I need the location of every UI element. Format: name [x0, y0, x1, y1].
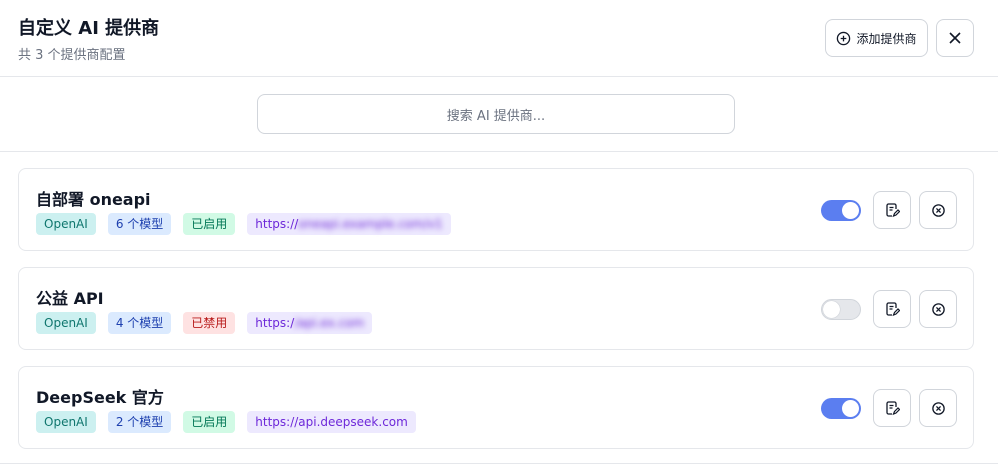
add-provider-button[interactable]: 添加提供商 [825, 19, 928, 57]
provider-type-badge: OpenAI [36, 411, 96, 433]
url-badge: https://api.deepseek.com [247, 411, 416, 433]
search-section: 搜索 AI 提供商... [0, 77, 998, 152]
status-badge: 已禁用 [183, 312, 236, 334]
delete-circle-icon [931, 203, 945, 217]
add-provider-label: 添加提供商 [856, 31, 917, 46]
model-count-badge: 6 个模型 [107, 213, 172, 235]
edit-button[interactable] [873, 191, 911, 229]
provider-name: 公益 API [36, 289, 104, 308]
url-badge: https://api.ex.com [247, 312, 373, 334]
url-badge: https://oneapi.example.com/v1 [247, 213, 451, 235]
provider-card: 自部署 oneapi OpenAI 6 个模型 已启用 https://onea… [18, 168, 974, 251]
model-count-badge: 4 个模型 [107, 312, 172, 334]
toggle-knob [842, 202, 859, 219]
edit-button[interactable] [873, 290, 911, 328]
enable-toggle[interactable] [821, 299, 861, 320]
search-placeholder: 搜索 AI 提供商... [446, 108, 546, 124]
edit-icon [886, 203, 900, 218]
provider-tags: OpenAI 6 个模型 已启用 https://oneapi.example.… [36, 213, 451, 235]
search-input[interactable]: 搜索 AI 提供商... [257, 94, 735, 134]
provider-name: DeepSeek 官方 [36, 388, 164, 407]
url-redacted: oneapi.example.com/v1 [298, 217, 443, 231]
provider-type-badge: OpenAI [36, 312, 96, 334]
model-count-badge: 2 个模型 [107, 411, 172, 433]
provider-name: 自部署 oneapi [36, 190, 151, 209]
close-button[interactable] [936, 19, 974, 57]
delete-circle-icon [931, 401, 945, 415]
provider-tags: OpenAI 2 个模型 已启用 https://api.deepseek.co… [36, 411, 416, 433]
url-redacted: /api.ex.com [294, 316, 365, 330]
provider-type-badge: OpenAI [36, 213, 96, 235]
url-prefix: https:// [255, 217, 299, 231]
dialog-header: 自定义 AI 提供商 共 3 个提供商配置 添加提供商 [0, 0, 998, 77]
provider-card: DeepSeek 官方 OpenAI 2 个模型 已启用 https://api… [18, 366, 974, 449]
provider-tags: OpenAI 4 个模型 已禁用 https://api.ex.com [36, 312, 373, 334]
edit-button[interactable] [873, 389, 911, 427]
delete-button[interactable] [919, 191, 957, 229]
toggle-knob [823, 301, 840, 318]
edit-icon [886, 401, 900, 416]
url-text: https://api.deepseek.com [255, 415, 408, 429]
list-bottom-divider [0, 463, 998, 473]
provider-card: 公益 API OpenAI 4 个模型 已禁用 https://api.ex.c… [18, 267, 974, 350]
delete-button[interactable] [919, 290, 957, 328]
delete-circle-icon [931, 302, 945, 316]
enable-toggle[interactable] [821, 200, 861, 221]
edit-icon [886, 302, 900, 317]
delete-button[interactable] [919, 389, 957, 427]
url-prefix: https:/ [255, 316, 295, 330]
dialog-title: 自定义 AI 提供商 [18, 18, 160, 39]
plus-circle-icon [837, 31, 851, 45]
dialog-subtitle: 共 3 个提供商配置 [18, 48, 126, 63]
close-icon [949, 32, 961, 44]
status-badge: 已启用 [183, 213, 236, 235]
enable-toggle[interactable] [821, 398, 861, 419]
status-badge: 已启用 [183, 411, 236, 433]
toggle-knob [842, 400, 859, 417]
